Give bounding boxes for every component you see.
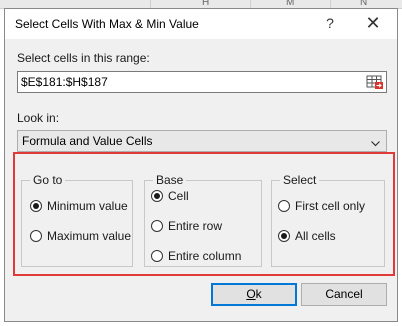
cancel-button-label: Cancel <box>325 287 363 301</box>
dialog-title: Select Cells With Max & Min Value <box>15 17 199 31</box>
chevron-down-icon <box>371 137 380 147</box>
radio-entire-row[interactable]: Entire row <box>151 219 251 235</box>
radio-button[interactable] <box>278 200 290 212</box>
column-divider <box>150 0 151 8</box>
column-letter: H <box>202 0 210 8</box>
select-group: Select First cell only All cells <box>271 173 385 267</box>
cancel-button[interactable]: Cancel <box>301 283 387 306</box>
goto-group: Go to Minimum value Maximum value <box>21 173 133 267</box>
ok-button[interactable]: Ok <box>211 283 297 306</box>
look-in-selected: Formula and Value Cells <box>22 134 153 148</box>
radio-label: Maximum value <box>47 229 132 243</box>
column-divider <box>250 0 251 8</box>
radio-maximum-value[interactable]: Maximum value <box>30 229 132 245</box>
radio-button[interactable] <box>151 220 163 232</box>
column-divider <box>330 0 331 8</box>
radio-label: First cell only <box>295 199 366 213</box>
radio-button[interactable] <box>30 230 42 242</box>
radio-button[interactable] <box>151 190 163 202</box>
base-group-title: Base <box>153 173 187 187</box>
help-icon[interactable]: ? <box>323 15 337 31</box>
range-select-icon[interactable] <box>366 74 384 90</box>
radio-button[interactable] <box>151 250 163 262</box>
column-letter: M <box>286 0 295 8</box>
dialog-titlebar: Select Cells With Max & Min Value ? ✕ <box>5 9 397 39</box>
look-in-dropdown[interactable]: Formula and Value Cells <box>17 130 387 152</box>
range-input[interactable] <box>21 74 351 90</box>
radio-first-cell-only[interactable]: First cell only <box>278 199 378 215</box>
radio-cell[interactable]: Cell <box>151 189 251 205</box>
radio-label: Entire column <box>168 249 242 263</box>
base-group: Base Cell Entire row Entire column <box>144 173 262 267</box>
radio-button[interactable] <box>30 200 42 212</box>
range-label: Select cells in this range: <box>17 51 150 65</box>
radio-all-cells[interactable]: All cells <box>278 229 378 245</box>
range-field[interactable] <box>17 71 387 93</box>
radio-label: Cell <box>168 189 189 203</box>
radio-label: Minimum value <box>47 199 128 213</box>
select-group-title: Select <box>280 173 320 187</box>
radio-label: All cells <box>295 229 336 243</box>
look-in-label: Look in: <box>17 111 60 125</box>
goto-group-title: Go to <box>30 173 66 187</box>
radio-minimum-value[interactable]: Minimum value <box>30 199 130 215</box>
select-max-min-dialog: Select Cells With Max & Min Value ? ✕ Se… <box>4 8 398 322</box>
radio-entire-column[interactable]: Entire column <box>151 249 251 265</box>
radio-label: Entire row <box>168 219 223 233</box>
close-icon[interactable]: ✕ <box>361 13 385 34</box>
radio-button[interactable] <box>278 230 290 242</box>
ok-button-label: Ok <box>246 287 262 301</box>
column-letter: N <box>360 0 368 8</box>
